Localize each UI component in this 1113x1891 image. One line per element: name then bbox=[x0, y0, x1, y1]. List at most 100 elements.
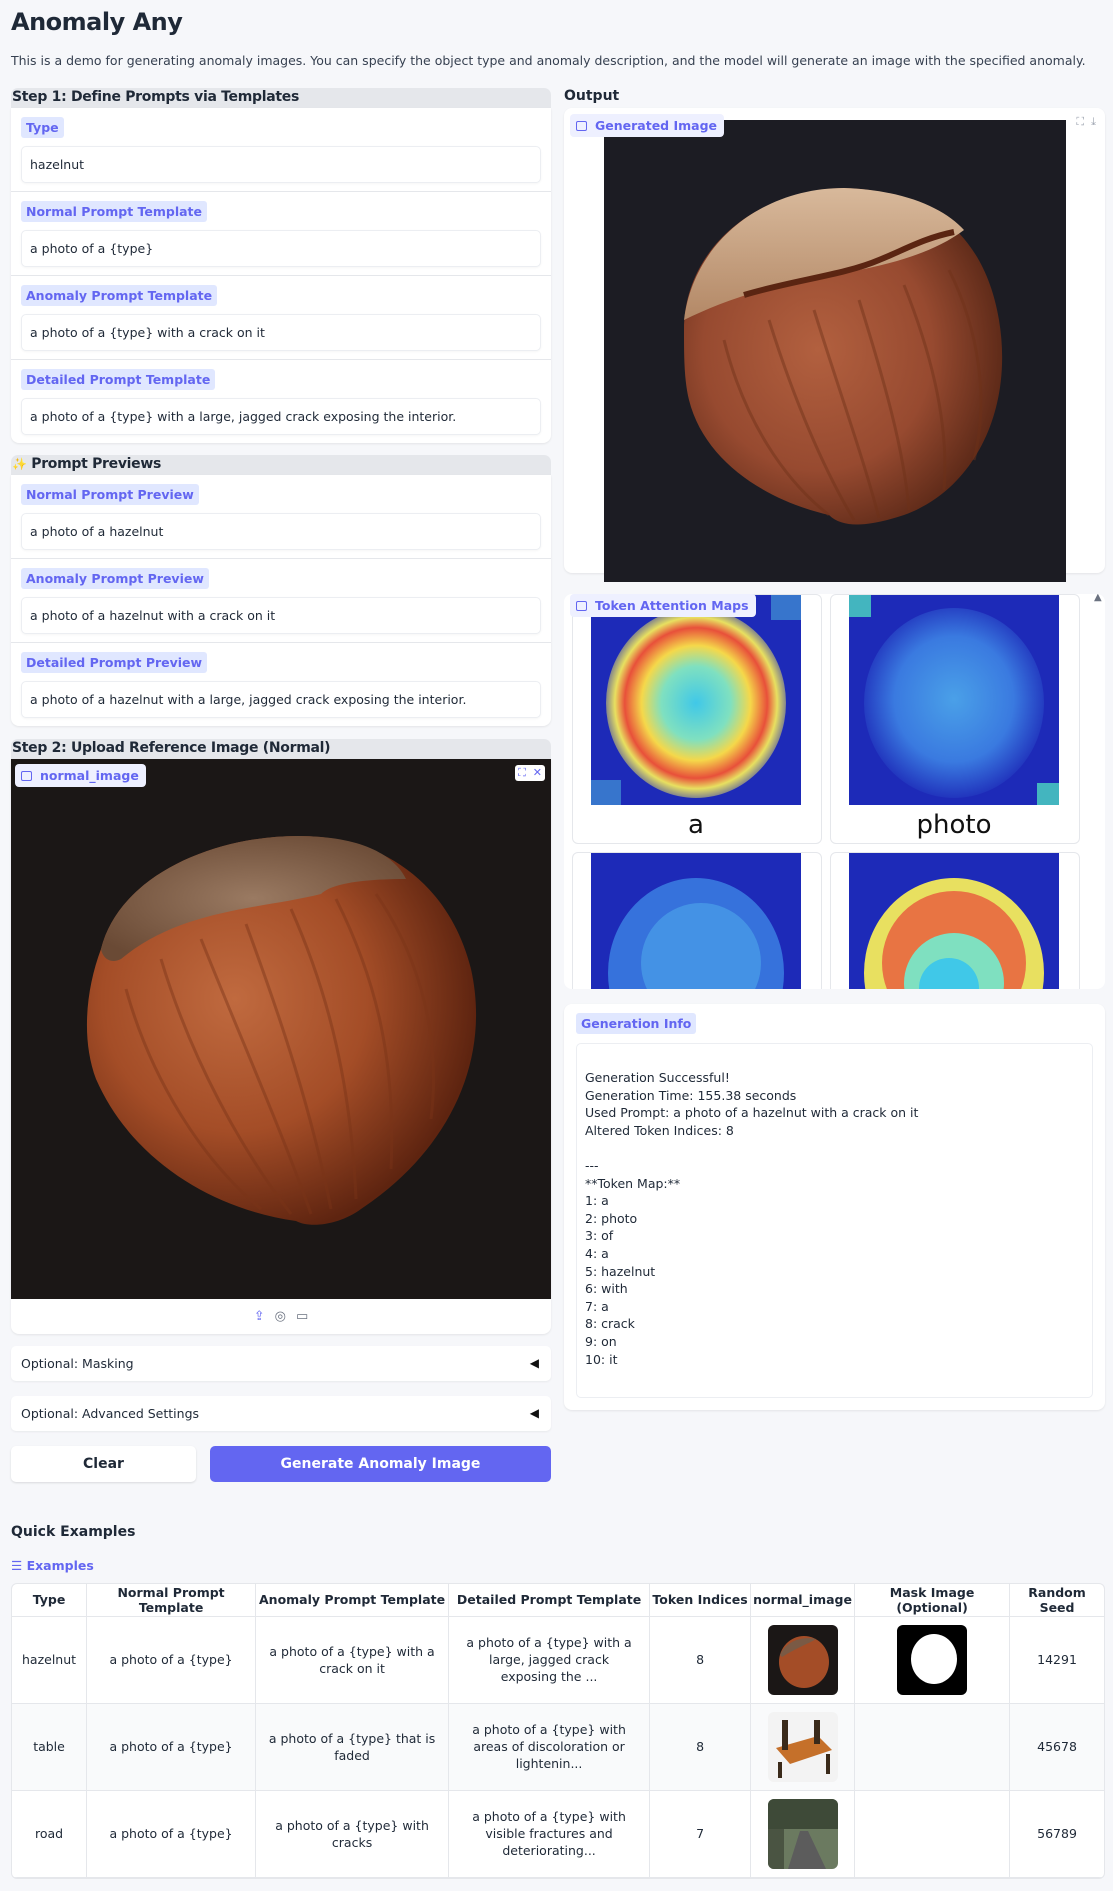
gallery-item[interactable]: a bbox=[572, 594, 822, 844]
normal-image bbox=[11, 759, 551, 1299]
column-header: Token Indices bbox=[649, 1584, 752, 1617]
generate-button[interactable]: Generate Anomaly Image bbox=[210, 1446, 551, 1482]
token-attention-gallery: a photo Token Attention Maps ▲ bbox=[564, 594, 1105, 989]
type-field: Type hazelnut bbox=[11, 108, 551, 192]
column-header: Type bbox=[12, 1584, 88, 1617]
close-icon[interactable]: ✕ bbox=[533, 766, 542, 779]
normal-template-input[interactable]: a photo of a {type} bbox=[21, 230, 541, 267]
column-header: Normal Prompt Template bbox=[86, 1584, 257, 1617]
anomaly-preview-label: Anomaly Prompt Preview bbox=[21, 568, 209, 589]
image-icon bbox=[576, 121, 587, 131]
cell-type: hazelnut bbox=[12, 1616, 88, 1704]
output-heading: Output bbox=[564, 88, 620, 104]
clipboard-icon[interactable]: ▭ bbox=[296, 1309, 308, 1324]
quick-examples-heading: Quick Examples bbox=[11, 1524, 136, 1540]
generation-info-text: Generation Successful! Generation Time: … bbox=[576, 1043, 1093, 1398]
gallery-scrollbar[interactable]: ▲ bbox=[1093, 594, 1105, 989]
cell-detailed: a photo of a {type} with visible fractur… bbox=[448, 1790, 651, 1878]
sparkles-icon: ✨ bbox=[12, 457, 27, 471]
cell-indices: 8 bbox=[649, 1616, 752, 1704]
cell-normal-image bbox=[750, 1790, 856, 1878]
attention-map-a bbox=[591, 595, 801, 805]
fullscreen-icon[interactable]: ⛶ bbox=[518, 766, 526, 779]
normal-template-field: Normal Prompt Template a photo of a {typ… bbox=[11, 192, 551, 276]
detailed-template-field: Detailed Prompt Template a photo of a {t… bbox=[11, 360, 551, 443]
detailed-preview-value: a photo of a hazelnut with a large, jagg… bbox=[21, 681, 541, 718]
previews-card: Normal Prompt Preview a photo of a hazel… bbox=[11, 475, 551, 726]
detailed-preview-label: Detailed Prompt Preview bbox=[21, 652, 208, 673]
scroll-up-icon[interactable]: ▲ bbox=[1094, 594, 1102, 603]
normal-template-label: Normal Prompt Template bbox=[21, 201, 208, 222]
fullscreen-icon[interactable]: ⛶ bbox=[1076, 115, 1084, 128]
table-row[interactable]: hazelnut a photo of a {type} a photo of … bbox=[12, 1616, 1104, 1704]
list-icon: ☰ bbox=[11, 1558, 23, 1573]
generated-image-label: Generated Image bbox=[570, 114, 725, 137]
road-thumbnail bbox=[767, 1798, 838, 1869]
column-header: Mask Image (Optional) bbox=[854, 1584, 1011, 1617]
type-input[interactable]: hazelnut bbox=[21, 146, 541, 183]
webcam-icon[interactable]: ◎ bbox=[275, 1309, 286, 1324]
download-icon[interactable]: ⤓ bbox=[1091, 115, 1096, 128]
app-description: This is a demo for generating anomaly im… bbox=[11, 53, 1086, 68]
attention-maps-label: Token Attention Maps bbox=[570, 594, 756, 617]
hazelnut-thumbnail bbox=[767, 1624, 838, 1695]
anomaly-preview-field: Anomaly Prompt Preview a photo of a haze… bbox=[11, 559, 551, 643]
upload-sources: ⇪ ◎ ▭ bbox=[11, 1299, 551, 1334]
table-thumbnail bbox=[767, 1711, 838, 1782]
gallery-item[interactable] bbox=[572, 852, 822, 989]
column-header: Random Seed bbox=[1009, 1584, 1104, 1617]
generated-image bbox=[604, 120, 1066, 582]
generation-info-panel: Generation Info Generation Successful! G… bbox=[564, 1004, 1105, 1410]
generation-info-label: Generation Info bbox=[576, 1013, 697, 1034]
column-header: normal_image bbox=[750, 1584, 856, 1617]
mask-thumbnail bbox=[897, 1624, 968, 1695]
cell-mask-image bbox=[854, 1790, 1011, 1878]
cell-normal: a photo of a {type} bbox=[86, 1790, 257, 1878]
masking-accordion[interactable]: Optional: Masking ◀ bbox=[11, 1346, 551, 1381]
image-toolbar: ⛶ ⤓ bbox=[1073, 114, 1099, 130]
cell-indices: 7 bbox=[649, 1790, 752, 1878]
app-title: Anomaly Any bbox=[11, 8, 183, 36]
action-buttons: Clear Generate Anomaly Image bbox=[11, 1446, 551, 1482]
cell-mask-image bbox=[854, 1616, 1011, 1704]
masking-label: Optional: Masking bbox=[21, 1356, 134, 1371]
normal-image-upload[interactable]: normal_image ⛶ ✕ ⇪ ◎ ▭ bbox=[11, 759, 551, 1334]
examples-label: ☰ Examples bbox=[11, 1558, 94, 1573]
advanced-label: Optional: Advanced Settings bbox=[21, 1406, 200, 1421]
anomaly-preview-value: a photo of a hazelnut with a crack on it bbox=[21, 597, 541, 634]
upload-icon[interactable]: ⇪ bbox=[254, 1309, 265, 1324]
previews-heading-label: Prompt Previews bbox=[31, 456, 162, 472]
gallery-item[interactable]: photo bbox=[830, 594, 1080, 844]
image-icon bbox=[21, 771, 32, 781]
table-row[interactable]: table a photo of a {type} a photo of a {… bbox=[12, 1703, 1104, 1791]
advanced-accordion[interactable]: Optional: Advanced Settings ◀ bbox=[11, 1396, 551, 1431]
cell-normal: a photo of a {type} bbox=[86, 1616, 257, 1704]
image-toolbar: ⛶ ✕ bbox=[515, 765, 545, 781]
column-header: Anomaly Prompt Template bbox=[255, 1584, 450, 1617]
cell-normal-image bbox=[750, 1616, 856, 1704]
gallery-item[interactable] bbox=[830, 852, 1080, 989]
normal-preview-value: a photo of a hazelnut bbox=[21, 513, 541, 550]
anomaly-template-label: Anomaly Prompt Template bbox=[21, 285, 218, 306]
previews-heading: ✨ Prompt Previews bbox=[11, 455, 551, 475]
examples-table: Type Normal Prompt Template Anomaly Prom… bbox=[11, 1583, 1105, 1879]
anomaly-template-input[interactable]: a photo of a {type} with a crack on it bbox=[21, 314, 541, 351]
table-row[interactable]: road a photo of a {type} a photo of a {t… bbox=[12, 1790, 1104, 1878]
cell-type: road bbox=[12, 1790, 88, 1878]
attention-caption: photo bbox=[916, 810, 992, 840]
attention-caption: a bbox=[688, 810, 704, 840]
clear-button[interactable]: Clear bbox=[11, 1446, 196, 1482]
detailed-template-label: Detailed Prompt Template bbox=[21, 369, 216, 390]
image-icon bbox=[576, 601, 587, 611]
cell-type: table bbox=[12, 1703, 88, 1791]
detailed-template-input[interactable]: a photo of a {type} with a large, jagged… bbox=[21, 398, 541, 435]
step2-heading: Step 2: Upload Reference Image (Normal) bbox=[11, 739, 551, 759]
cell-anomaly: a photo of a {type} with a crack on it bbox=[255, 1616, 450, 1704]
cell-seed: 56789 bbox=[1009, 1790, 1104, 1878]
normal-preview-field: Normal Prompt Preview a photo of a hazel… bbox=[11, 475, 551, 559]
cell-seed: 45678 bbox=[1009, 1703, 1104, 1791]
anomaly-template-field: Anomaly Prompt Template a photo of a {ty… bbox=[11, 276, 551, 360]
left-column: Step 1: Define Prompts via Templates Typ… bbox=[11, 88, 551, 1482]
normal-image-label: normal_image bbox=[15, 764, 146, 787]
cracked-hazelnut-image bbox=[604, 120, 1066, 582]
